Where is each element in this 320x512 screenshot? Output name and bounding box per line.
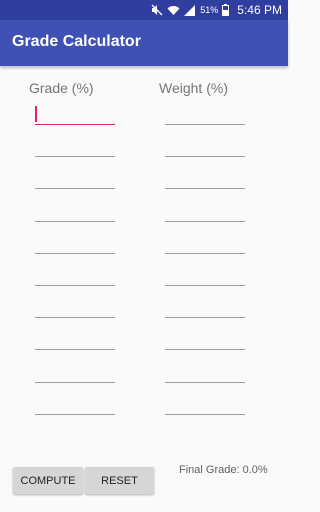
weight-input[interactable]: [165, 230, 245, 254]
grade-input[interactable]: [35, 165, 115, 189]
wifi-icon: [167, 5, 180, 16]
signal-icon: [184, 4, 196, 16]
grade-input[interactable]: [35, 101, 115, 125]
compute-button[interactable]: COMPUTE: [13, 467, 83, 494]
clock: 5:46 PM: [237, 3, 282, 17]
grade-input[interactable]: [35, 133, 115, 157]
weight-input[interactable]: [165, 133, 245, 157]
weight-input[interactable]: [165, 391, 245, 415]
grade-input[interactable]: [35, 326, 115, 350]
grade-input[interactable]: [35, 294, 115, 318]
grade-column-header: Grade (%): [29, 80, 94, 96]
battery-percent: 51%: [200, 5, 219, 15]
reset-button[interactable]: RESET: [85, 467, 154, 494]
grade-input[interactable]: [35, 359, 115, 383]
weight-input[interactable]: [165, 294, 245, 318]
weight-input[interactable]: [165, 198, 245, 222]
mute-icon: [151, 4, 163, 16]
text-cursor: [35, 106, 37, 122]
weight-input[interactable]: [165, 326, 245, 350]
weight-input[interactable]: [165, 165, 245, 189]
weight-column-header: Weight (%): [159, 80, 228, 96]
grade-input[interactable]: [35, 230, 115, 254]
app-bar: Grade Calculator: [0, 20, 288, 66]
weight-input[interactable]: [165, 262, 245, 286]
status-bar: 51% 5:46 PM: [0, 0, 288, 20]
app-title: Grade Calculator: [12, 33, 141, 50]
weight-input[interactable]: [165, 101, 245, 125]
grade-input[interactable]: [35, 198, 115, 222]
weight-input[interactable]: [165, 359, 245, 383]
grade-input[interactable]: [35, 391, 115, 415]
battery-icon: [222, 4, 230, 16]
final-grade-label: Final Grade: 0.0%: [179, 464, 268, 476]
grade-input[interactable]: [35, 262, 115, 286]
